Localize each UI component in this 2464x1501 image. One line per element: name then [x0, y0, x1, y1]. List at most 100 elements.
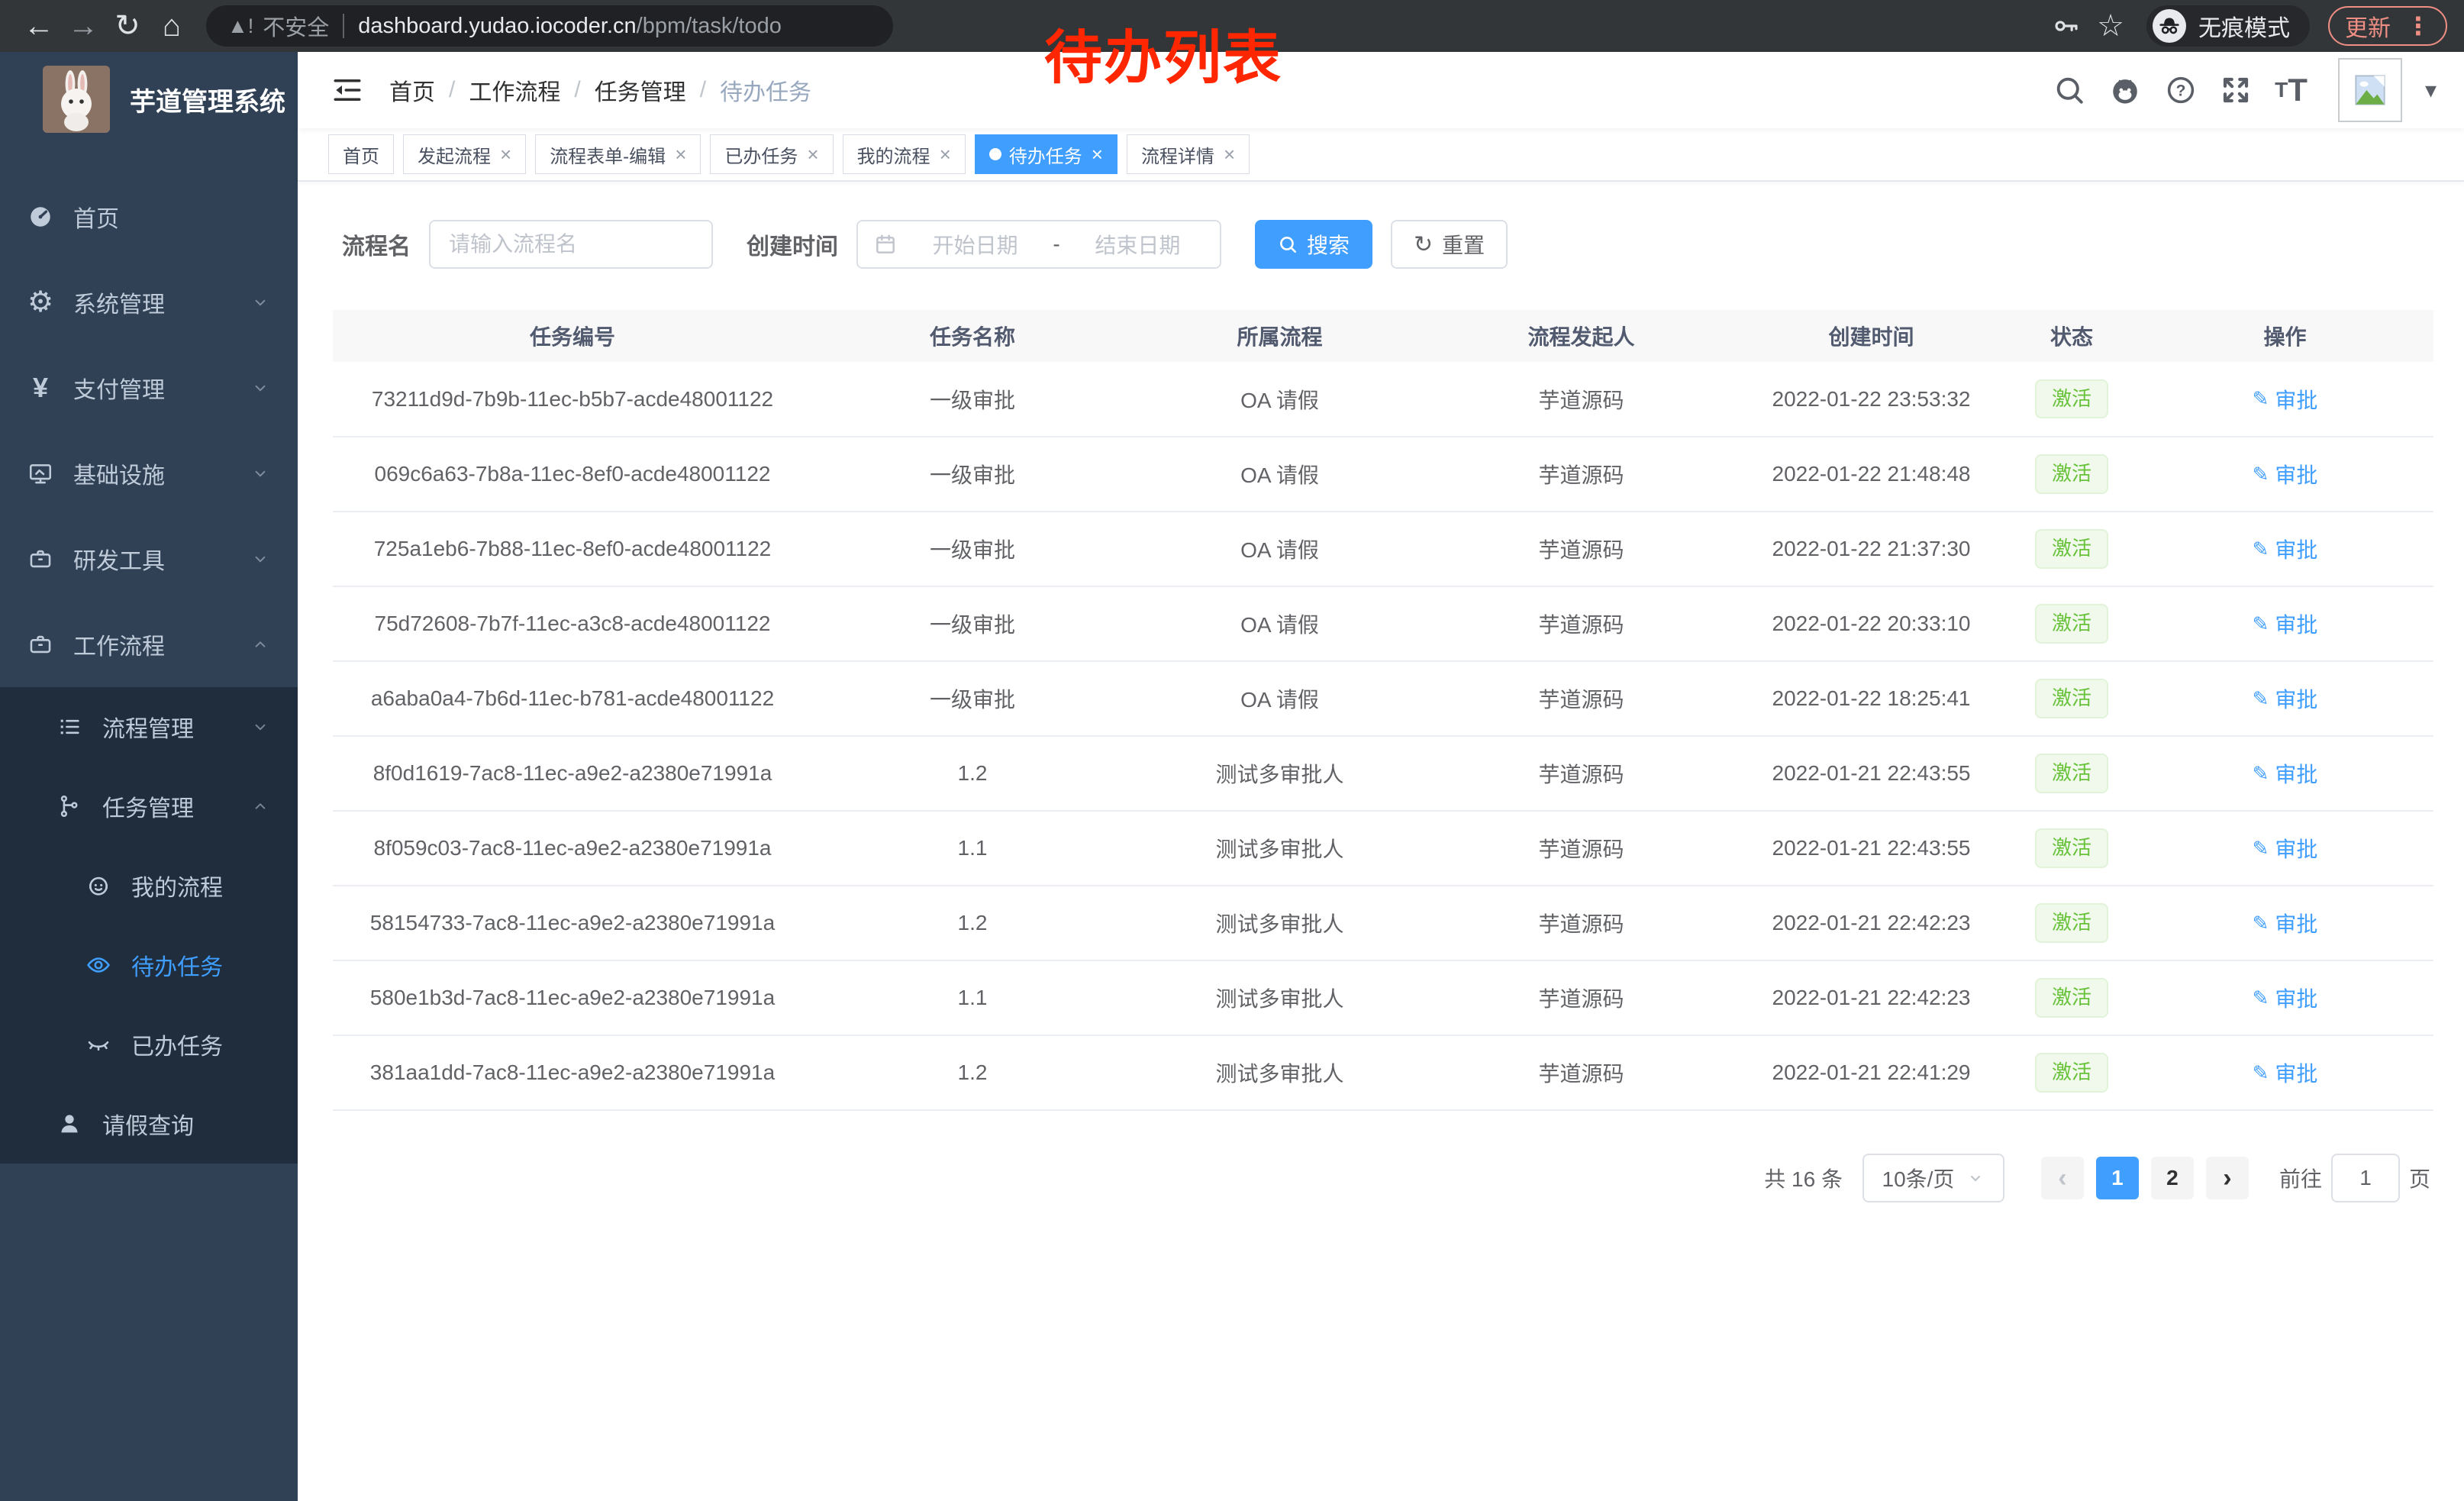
table-cell: 测试多审批人 — [1133, 736, 1427, 811]
sidebar-item-workflow[interactable]: 工作流程 — [0, 602, 298, 687]
sidebar-item-label: 系统管理 — [73, 286, 165, 319]
approve-button[interactable]: ✎审批 — [2253, 1057, 2318, 1088]
sidebar-item-payment[interactable]: ¥支付管理 — [0, 345, 298, 431]
sidebar-item-devtools[interactable]: 研发工具 — [0, 516, 298, 602]
sidebar-item-leave-query[interactable]: 请假查询 — [0, 1084, 298, 1164]
next-page-button[interactable]: › — [2206, 1157, 2249, 1199]
github-icon[interactable] — [2108, 73, 2142, 107]
list-icon — [56, 714, 82, 740]
action-cell: ✎审批 — [2137, 512, 2433, 586]
tab-流程表单-编辑[interactable]: 流程表单-编辑× — [535, 134, 701, 174]
approve-button[interactable]: ✎审批 — [2253, 833, 2318, 863]
prev-page-button[interactable]: ‹ — [2041, 1157, 2084, 1199]
font-size-icon[interactable]: TT — [2275, 74, 2308, 106]
sidebar-item-infra[interactable]: 基础设施 — [0, 431, 298, 516]
sidebar-item-process-mgmt[interactable]: 流程管理 — [0, 687, 298, 767]
browser-reload-icon[interactable]: ↻ — [105, 4, 150, 48]
table-cell: 1.2 — [812, 736, 1133, 811]
table-cell: 一级审批 — [812, 661, 1133, 736]
approve-button[interactable]: ✎审批 — [2253, 534, 2318, 564]
url-path: /bpm/task/todo — [637, 14, 782, 39]
incognito-badge[interactable]: 无痕模式 — [2146, 5, 2310, 47]
approve-button[interactable]: ✎审批 — [2253, 608, 2318, 639]
tab-close-icon[interactable]: × — [1092, 143, 1103, 166]
breadcrumb-home[interactable]: 首页 — [389, 73, 435, 107]
end-date-placeholder: 结束日期 — [1071, 229, 1205, 260]
sidebar-fold-icon[interactable] — [331, 74, 363, 106]
navbar: 首页 / 工作流程 / 任务管理 / 待办任务 — [298, 52, 2464, 128]
tab-待办任务[interactable]: 待办任务× — [975, 134, 1118, 174]
avatar[interactable] — [2338, 58, 2402, 122]
sidebar-item-task-mgmt[interactable]: 任务管理 — [0, 767, 298, 846]
password-key-icon[interactable] — [2044, 4, 2088, 48]
fullscreen-icon[interactable] — [2220, 74, 2252, 106]
process-name-input[interactable] — [429, 220, 713, 269]
table-row: 8f059c03-7ac8-11ec-a9e2-a2380e71991a1.1测… — [333, 811, 2433, 886]
breadcrumb-task-mgmt[interactable]: 任务管理 — [595, 73, 686, 107]
app-logo-row[interactable]: 芋道管理系统 — [0, 52, 298, 147]
search-icon[interactable] — [2053, 74, 2085, 106]
approve-button[interactable]: ✎审批 — [2253, 908, 2318, 938]
tab-发起流程[interactable]: 发起流程× — [403, 134, 526, 174]
tab-close-icon[interactable]: × — [675, 143, 686, 166]
table-cell: OA 请假 — [1133, 437, 1427, 512]
search-button[interactable]: 搜索 — [1255, 220, 1372, 269]
browser-update-button[interactable]: 更新 ⋮ — [2328, 6, 2447, 46]
tab-close-icon[interactable]: × — [940, 143, 951, 166]
chevron-down-icon — [250, 717, 270, 737]
tab-已办任务[interactable]: 已办任务 × — [710, 134, 833, 174]
chevron-down-icon — [250, 378, 270, 398]
edit-pen-icon: ✎ — [2253, 537, 2269, 561]
tab-close-icon[interactable]: × — [500, 143, 511, 166]
create-time-label: 创建时间 — [747, 228, 838, 261]
browser-home-icon[interactable]: ⌂ — [150, 4, 194, 48]
table-cell: 1.1 — [812, 960, 1133, 1035]
status-cell: 激活 — [2007, 1035, 2137, 1110]
page-size-select[interactable]: 10条/页 — [1863, 1154, 2004, 1202]
breadcrumb-workflow[interactable]: 工作流程 — [469, 73, 560, 107]
tab-label: 已办任务 — [724, 141, 798, 168]
table-cell: 2022-01-22 18:25:41 — [1736, 661, 2007, 736]
goto-page-input[interactable] — [2331, 1154, 2400, 1202]
reset-button[interactable]: ↻ 重置 — [1391, 220, 1508, 269]
date-range-picker[interactable]: 开始日期 - 结束日期 — [856, 220, 1221, 269]
browser-forward-icon[interactable]: → — [61, 4, 105, 48]
edit-pen-icon: ✎ — [2253, 912, 2269, 935]
incognito-icon — [2153, 9, 2186, 43]
sidebar-item-system[interactable]: ⚙系统管理 — [0, 260, 298, 345]
tab-首页[interactable]: 首页 — [328, 134, 394, 174]
address-bar[interactable]: ▲! 不安全 dashboard.yudao.iocoder.cn/bpm/ta… — [206, 5, 893, 47]
sidebar: 芋道管理系统 首页⚙系统管理¥支付管理基础设施研发工具工作流程流程管理任务管理我… — [0, 52, 298, 1501]
approve-button[interactable]: ✎审批 — [2253, 758, 2318, 789]
caret-down-icon[interactable]: ▾ — [2425, 77, 2437, 104]
tab-流程详情[interactable]: 流程详情× — [1127, 134, 1250, 174]
tab-我的流程[interactable]: 我的流程× — [843, 134, 966, 174]
status-badge: 激活 — [2035, 903, 2108, 942]
app-logo — [43, 66, 110, 133]
sidebar-item-home[interactable]: 首页 — [0, 174, 298, 260]
table-cell: 测试多审批人 — [1133, 811, 1427, 886]
process-name-label: 流程名 — [342, 228, 411, 261]
browser-back-icon[interactable]: ← — [17, 4, 61, 48]
task-table: 任务编号任务名称所属流程流程发起人创建时间状态操作 73211d9d-7b9b-… — [333, 310, 2433, 1111]
approve-button[interactable]: ✎审批 — [2253, 384, 2318, 415]
approve-button[interactable]: ✎审批 — [2253, 459, 2318, 489]
table-row: 75d72608-7b7f-11ec-a3c8-acde48001122一级审批… — [333, 586, 2433, 661]
page-button-2[interactable]: 2 — [2151, 1157, 2194, 1199]
table-cell: 2022-01-22 20:33:10 — [1736, 586, 2007, 661]
tab-close-icon[interactable]: × — [1224, 143, 1235, 166]
browser-toolbar: ← → ↻ ⌂ ▲! 不安全 dashboard.yudao.iocoder.c… — [0, 0, 2464, 52]
table-row: 069c6a63-7b8a-11ec-8ef0-acde48001122一级审批… — [333, 437, 2433, 512]
sidebar-item-label: 工作流程 — [73, 628, 165, 661]
sidebar-item-todo-task[interactable]: 待办任务 — [0, 925, 298, 1005]
help-icon[interactable]: ? — [2165, 74, 2197, 106]
page-button-1[interactable]: 1 — [2096, 1157, 2139, 1199]
approve-button[interactable]: ✎审批 — [2253, 683, 2318, 714]
approve-button[interactable]: ✎审批 — [2253, 983, 2318, 1013]
briefcase-icon — [27, 631, 53, 657]
sidebar-item-done-task[interactable]: 已办任务 — [0, 1005, 298, 1084]
tab-close-icon[interactable]: × — [807, 143, 818, 166]
sidebar-item-my-process[interactable]: 我的流程 — [0, 846, 298, 925]
browser-menu-dots-icon[interactable]: ⋮ — [2406, 11, 2430, 40]
bookmark-star-icon[interactable]: ☆ — [2088, 4, 2133, 48]
